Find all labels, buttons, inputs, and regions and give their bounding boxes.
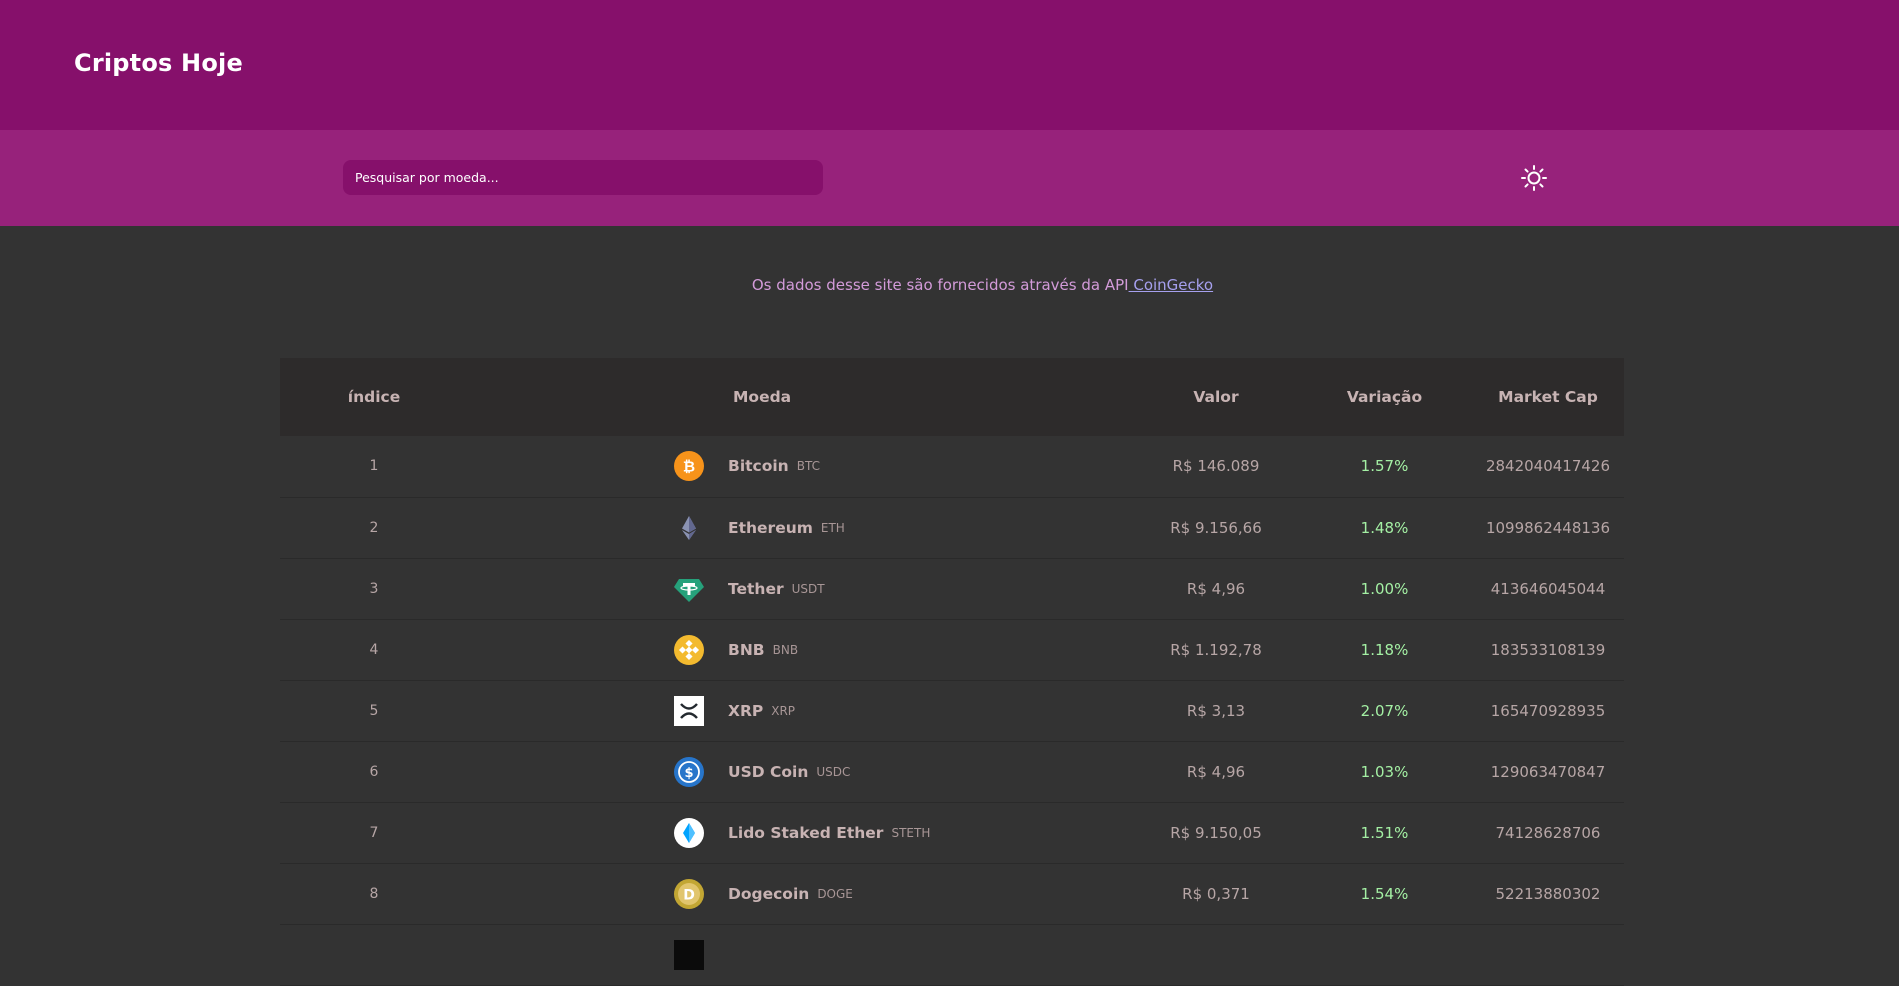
app-header: Criptos Hoje xyxy=(0,0,1899,130)
row-index: 4 xyxy=(369,641,379,658)
column-header-change[interactable]: Variação xyxy=(1297,358,1472,436)
coin-symbol: STETH xyxy=(891,825,931,840)
coin-symbol: USDC xyxy=(816,764,851,779)
column-header-index[interactable]: índice xyxy=(280,358,468,436)
svg-text:₿: ₿ xyxy=(683,458,695,476)
coin-icon-partial xyxy=(674,939,704,970)
coin-market-cap: 52213880302 xyxy=(1495,884,1601,903)
row-index: 7 xyxy=(369,824,379,841)
coin-change: 1.03% xyxy=(1360,762,1409,781)
coin-change: 1.48% xyxy=(1360,518,1409,537)
coin-symbol: DOGE xyxy=(817,886,853,901)
coin-symbol: BTC xyxy=(796,459,820,474)
search-input[interactable] xyxy=(343,160,823,195)
coin-change: 1.57% xyxy=(1360,457,1409,476)
ethereum-icon xyxy=(674,513,704,543)
coin-cell: D Dogecoin DOGE xyxy=(468,863,1135,924)
coin-market-cap: 413646045044 xyxy=(1490,579,1606,598)
coin-name-btc[interactable]: Bitcoin xyxy=(728,457,789,475)
coin-change: 2.07% xyxy=(1360,701,1409,720)
column-header-market-cap[interactable]: Market Cap xyxy=(1472,358,1624,436)
usdc-icon: $ xyxy=(674,756,704,787)
crypto-table-container: índice Moeda Valor Variação Market Cap 1… xyxy=(280,358,1624,986)
coin-change: 1.18% xyxy=(1360,640,1409,659)
coin-market-cap: 2842040417426 xyxy=(1485,457,1611,476)
row-index: 1 xyxy=(369,458,379,475)
coin-price: R$ 4,96 xyxy=(1186,579,1246,598)
coin-name-doge[interactable]: Dogecoin xyxy=(728,885,809,903)
coin-change: 1.00% xyxy=(1360,579,1409,598)
coin-price: R$ 146.089 xyxy=(1172,457,1260,476)
coin-symbol: BNB xyxy=(772,642,799,657)
coin-cell: ₿ Bitcoin BTC xyxy=(468,436,1135,497)
coin-market-cap: 183533108139 xyxy=(1490,640,1606,659)
table-row[interactable]: 4 BNB BNB R$ 1.192,78 1.18% 183533108139 xyxy=(280,619,1624,680)
row-index: 2 xyxy=(369,519,379,536)
coin-change: 1.51% xyxy=(1360,823,1409,842)
coin-cell: Tether USDT xyxy=(468,558,1135,619)
theme-toggle-button[interactable] xyxy=(1518,162,1550,194)
table-header-row: índice Moeda Valor Variação Market Cap xyxy=(280,358,1624,436)
coin-name-xrp[interactable]: XRP xyxy=(728,702,763,720)
coingecko-link[interactable]: CoinGecko xyxy=(1129,276,1213,294)
coin-price: R$ 3,13 xyxy=(1186,701,1246,720)
table-row[interactable]: 2 Ethereum ETH R$ 9.156,66 1.48% 109986244813… xyxy=(280,497,1624,558)
tether-icon xyxy=(674,574,704,604)
coin-market-cap: 165470928935 xyxy=(1490,701,1606,720)
coin-price: R$ 9.156,66 xyxy=(1170,518,1262,537)
crypto-table: índice Moeda Valor Variação Market Cap 1… xyxy=(280,358,1624,986)
svg-text:D: D xyxy=(683,887,695,903)
coin-cell: Lido Staked Ether STETH xyxy=(468,802,1135,863)
coin-symbol: XRP xyxy=(771,703,796,718)
table-row[interactable]: 3 Tether USDT R$ 4,96 1.00% 413646045044 xyxy=(280,558,1624,619)
row-index: 6 xyxy=(369,763,379,780)
lido-icon xyxy=(674,817,704,848)
sun-icon xyxy=(1521,165,1547,191)
credit-text: Os dados desse site são fornecidos atrav… xyxy=(751,276,1129,294)
bnb-icon xyxy=(674,634,704,665)
coin-price: R$ 9.150,05 xyxy=(1170,823,1262,842)
table-row[interactable]: 8 D Dogecoin DOGE R$ 0,371 1.54% 52213880302 xyxy=(280,863,1624,924)
search-bar xyxy=(0,130,1899,226)
coin-name-bnb[interactable]: BNB xyxy=(728,641,765,659)
coin-price: R$ 1.192,78 xyxy=(1170,640,1262,659)
coin-market-cap: 74128628706 xyxy=(1495,823,1601,842)
table-row[interactable]: 1 ₿ Bitcoin BTC R$ 146.089 1.57% 2842040417426 xyxy=(280,436,1624,497)
coin-market-cap: 129063470847 xyxy=(1490,762,1606,781)
table-row[interactable]: 5 XRP XRP R$ 3,13 2.07% 165470928935 xyxy=(280,680,1624,741)
column-header-price[interactable]: Valor xyxy=(1135,358,1297,436)
coin-name-steth[interactable]: Lido Staked Ether xyxy=(728,824,883,842)
bitcoin-icon: ₿ xyxy=(674,451,704,482)
coin-market-cap: 1099862448136 xyxy=(1485,518,1611,537)
coin-price: R$ 0,371 xyxy=(1182,884,1250,903)
table-row[interactable]: 6 $ USD Coin USDC R$ 4,96 1.03% 129063470847 xyxy=(280,741,1624,802)
column-header-coin[interactable]: Moeda xyxy=(468,358,1135,436)
coin-price: R$ 4,96 xyxy=(1186,762,1246,781)
dogecoin-icon: D xyxy=(674,878,704,909)
svg-text:$: $ xyxy=(684,766,693,781)
table-row-partial[interactable] xyxy=(280,924,1624,985)
coin-symbol: ETH xyxy=(820,520,845,535)
xrp-icon xyxy=(674,695,704,726)
coin-name-eth[interactable]: Ethereum xyxy=(728,519,813,537)
row-index: 8 xyxy=(369,885,379,902)
coin-cell: XRP XRP xyxy=(468,680,1135,741)
coin-cell: Ethereum ETH xyxy=(468,497,1135,558)
row-index: 5 xyxy=(369,702,379,719)
data-source-credit: Os dados desse site são fornecidos atrav… xyxy=(0,276,1899,294)
coin-cell: BNB BNB xyxy=(468,619,1135,680)
coin-name-usdt[interactable]: Tether xyxy=(728,580,784,598)
table-row[interactable]: 7 Lido Staked Ether STETH R$ 9.150,05 1.51% 7… xyxy=(280,802,1624,863)
coin-symbol: USDT xyxy=(791,581,825,596)
brand-title[interactable]: Criptos Hoje xyxy=(74,49,243,77)
coin-change: 1.54% xyxy=(1360,884,1409,903)
coin-cell: $ USD Coin USDC xyxy=(468,741,1135,802)
coin-name-usdc[interactable]: USD Coin xyxy=(728,763,808,781)
row-index: 3 xyxy=(369,580,379,597)
